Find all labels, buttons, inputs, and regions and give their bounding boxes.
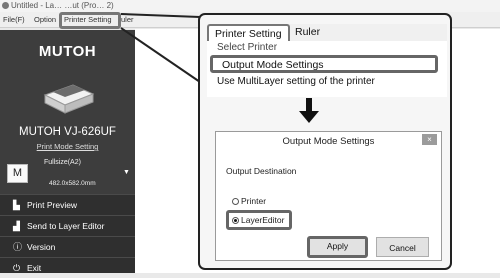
output-mode-dialog: Output Mode Settings × Output Destinatio… (215, 131, 442, 261)
menu-option[interactable]: Option (34, 12, 56, 28)
radio-unselected-icon (232, 198, 239, 205)
menu-item-select-printer[interactable]: Select Printer (217, 42, 277, 53)
window-titlebar: Untitled - La… …ut (Pro… 2) (0, 0, 500, 12)
down-arrow-icon (299, 98, 319, 123)
printer-model: MUTOH VJ-626UF (19, 126, 116, 138)
output-destination-label: Output Destination (226, 166, 297, 176)
app-icon (2, 2, 9, 9)
sidebar-item-label: Print Preview (27, 200, 78, 210)
window-title: Untitled - La… …ut (Pro… 2) (11, 1, 114, 10)
sidebar-item-exit[interactable]: ⏻ Exit (0, 257, 135, 273)
info-icon: ⓘ (13, 242, 23, 252)
sidebar-item-send-to-layer-editor[interactable]: ▟ Send to Layer Editor (0, 215, 135, 236)
menu-printer-setting-highlight (59, 12, 121, 29)
printer-image (43, 84, 95, 114)
radio-layer-editor-label: LayerEditor (241, 215, 285, 225)
menu-ruler[interactable]: uler (121, 12, 134, 28)
zoom-menu-ruler[interactable]: Ruler (295, 24, 320, 41)
sidebar: MUTOH MUTOH VJ-626UF Print Mode Setting … (0, 30, 135, 273)
sidebar-item-label: Exit (27, 263, 42, 273)
menu-file[interactable]: File(F) (3, 12, 25, 28)
zoom-callout-panel: Printer Setting Ruler Select Printer Out… (198, 13, 452, 270)
apply-button[interactable]: Apply (307, 236, 368, 258)
dialog-title: Output Mode Settings (282, 136, 375, 147)
radio-layer-editor[interactable]: LayerEditor (226, 210, 293, 230)
radio-printer-label: Printer (241, 196, 267, 206)
printer-setting-dropdown: Select Printer Output Mode Settings Use … (207, 41, 447, 97)
radio-selected-icon (232, 217, 239, 224)
media-name[interactable]: Fullsize(A2) (44, 159, 81, 166)
sidebar-item-label: Send to Layer Editor (27, 221, 105, 231)
radio-printer[interactable]: Printer (232, 196, 266, 206)
cancel-button[interactable]: Cancel (376, 237, 429, 257)
close-icon[interactable]: × (422, 134, 437, 145)
menu-item-use-multilayer[interactable]: Use MultiLayer setting of the printer (217, 76, 375, 87)
brand-logo: MUTOH (38, 43, 97, 60)
send-icon: ▟ (13, 221, 20, 231)
menu-item-output-mode-settings[interactable]: Output Mode Settings (210, 55, 438, 73)
media-type-icon: M (7, 164, 28, 183)
print-mode-setting-link[interactable]: Print Mode Setting (0, 142, 135, 151)
media-dropdown-caret-icon[interactable]: ▼ (123, 169, 130, 176)
sidebar-item-label: Version (27, 242, 56, 252)
zoom-menubar: Printer Setting Ruler (207, 24, 447, 42)
media-size: 482.0x582.0mm (49, 180, 96, 187)
sidebar-item-print-preview[interactable]: ▙ Print Preview (0, 194, 135, 215)
zoom-menu-printer-setting[interactable]: Printer Setting (207, 24, 290, 41)
print-preview-icon: ▙ (13, 200, 20, 210)
power-icon: ⏻ (13, 263, 21, 273)
sidebar-item-version[interactable]: ⓘ Version (0, 236, 135, 257)
